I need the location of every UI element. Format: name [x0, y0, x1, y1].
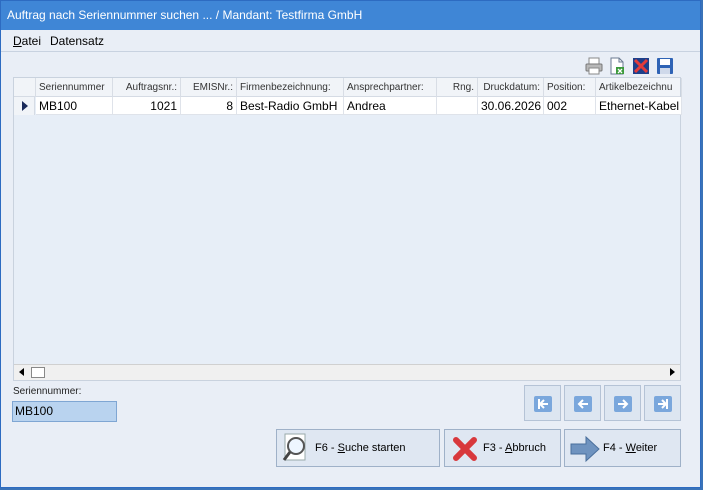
scroll-left-icon[interactable]: [14, 365, 30, 380]
cell-emisnr[interactable]: 8: [181, 97, 237, 115]
column-header[interactable]: Auftragsnr.:: [113, 78, 181, 97]
search-dialog: Auftrag nach Seriennummer suchen ... / M…: [0, 0, 701, 488]
column-header[interactable]: Ansprechpartner:: [344, 78, 437, 97]
cell-seriennummer[interactable]: MB100: [36, 97, 113, 115]
arrow-right-icon: [570, 435, 600, 463]
search-button-label: uche starten: [344, 442, 406, 454]
grid-header: Seriennummer Auftragsnr.: EMISNr.: Firme…: [14, 78, 682, 97]
cancel-button-label: bbruch: [512, 442, 546, 454]
window-title: Auftrag nach Seriennummer suchen ... / M…: [1, 1, 700, 30]
cancel-x-icon: [453, 437, 477, 461]
printer-icon[interactable]: [585, 57, 603, 75]
first-record-icon: [534, 396, 552, 412]
column-header[interactable]: Artikelbezeichnu: [596, 78, 682, 97]
cell-position[interactable]: 002: [544, 97, 596, 115]
menu-datei-label: atei: [21, 34, 42, 48]
previous-record-button[interactable]: [564, 385, 601, 421]
search-button-prefix: F6 -: [315, 442, 338, 454]
cell-firma[interactable]: Best-Radio GmbH: [237, 97, 344, 115]
next-button-accesskey: W: [625, 442, 636, 454]
next-record-button[interactable]: [604, 385, 641, 421]
column-header[interactable]: Seriennummer: [36, 78, 113, 97]
column-header[interactable]: Druckdatum:: [478, 78, 544, 97]
cell-auftragsnr[interactable]: 1021: [113, 97, 181, 115]
next-button[interactable]: F4 - Weiter: [564, 429, 681, 467]
results-grid[interactable]: Seriennummer Auftragsnr.: EMISNr.: Firme…: [13, 77, 682, 381]
column-header[interactable]: Position:: [544, 78, 596, 97]
next-record-icon: [614, 396, 632, 412]
cell-druckdatum[interactable]: 30.06.2026: [478, 97, 544, 115]
search-button-accesskey: S: [337, 442, 345, 454]
seriennummer-label: Seriennummer:: [13, 386, 82, 397]
magnifier-icon: [282, 433, 306, 461]
table-row[interactable]: MB100 1021 8 Best-Radio GmbH Andrea 30.0…: [14, 97, 682, 115]
cancel-button-prefix: F3 -: [483, 442, 506, 454]
next-button-prefix: F4 -: [603, 442, 626, 454]
menu-datei[interactable]: Datei: [13, 34, 41, 48]
cell-ansprechpartner[interactable]: Andrea: [344, 97, 437, 115]
scroll-thumb[interactable]: [31, 367, 45, 378]
save-icon[interactable]: [656, 57, 674, 75]
search-start-button[interactable]: F6 - Suche starten: [276, 429, 440, 467]
cell-artikel[interactable]: Ethernet-Kabel: [596, 97, 682, 115]
current-row-indicator: [14, 97, 35, 115]
row-header-corner: [14, 78, 36, 97]
column-header[interactable]: Firmenbezeichnung:: [237, 78, 344, 97]
scroll-right-icon[interactable]: [664, 365, 680, 380]
horizontal-scrollbar[interactable]: [14, 364, 680, 380]
cancel-button[interactable]: F3 - Abbruch: [444, 429, 561, 467]
last-record-button[interactable]: [644, 385, 681, 421]
last-record-icon: [654, 396, 672, 412]
menu-datei-accesskey: D: [13, 34, 22, 48]
cell-rng[interactable]: [437, 97, 478, 115]
seriennummer-input[interactable]: MB100: [12, 401, 117, 422]
column-header[interactable]: Rng.: [437, 78, 478, 97]
next-button-label: eiter: [635, 442, 658, 454]
delete-icon[interactable]: [632, 57, 650, 75]
menu-datensatz[interactable]: Datensatz: [50, 34, 104, 48]
menu-bar: Datei Datensatz: [1, 30, 700, 52]
export-icon[interactable]: [608, 57, 626, 75]
menu-datensatz-label: Datensatz: [50, 34, 105, 48]
column-header[interactable]: EMISNr.:: [181, 78, 237, 97]
row-pointer-icon: [22, 101, 28, 111]
previous-record-icon: [574, 396, 592, 412]
first-record-button[interactable]: [524, 385, 561, 421]
